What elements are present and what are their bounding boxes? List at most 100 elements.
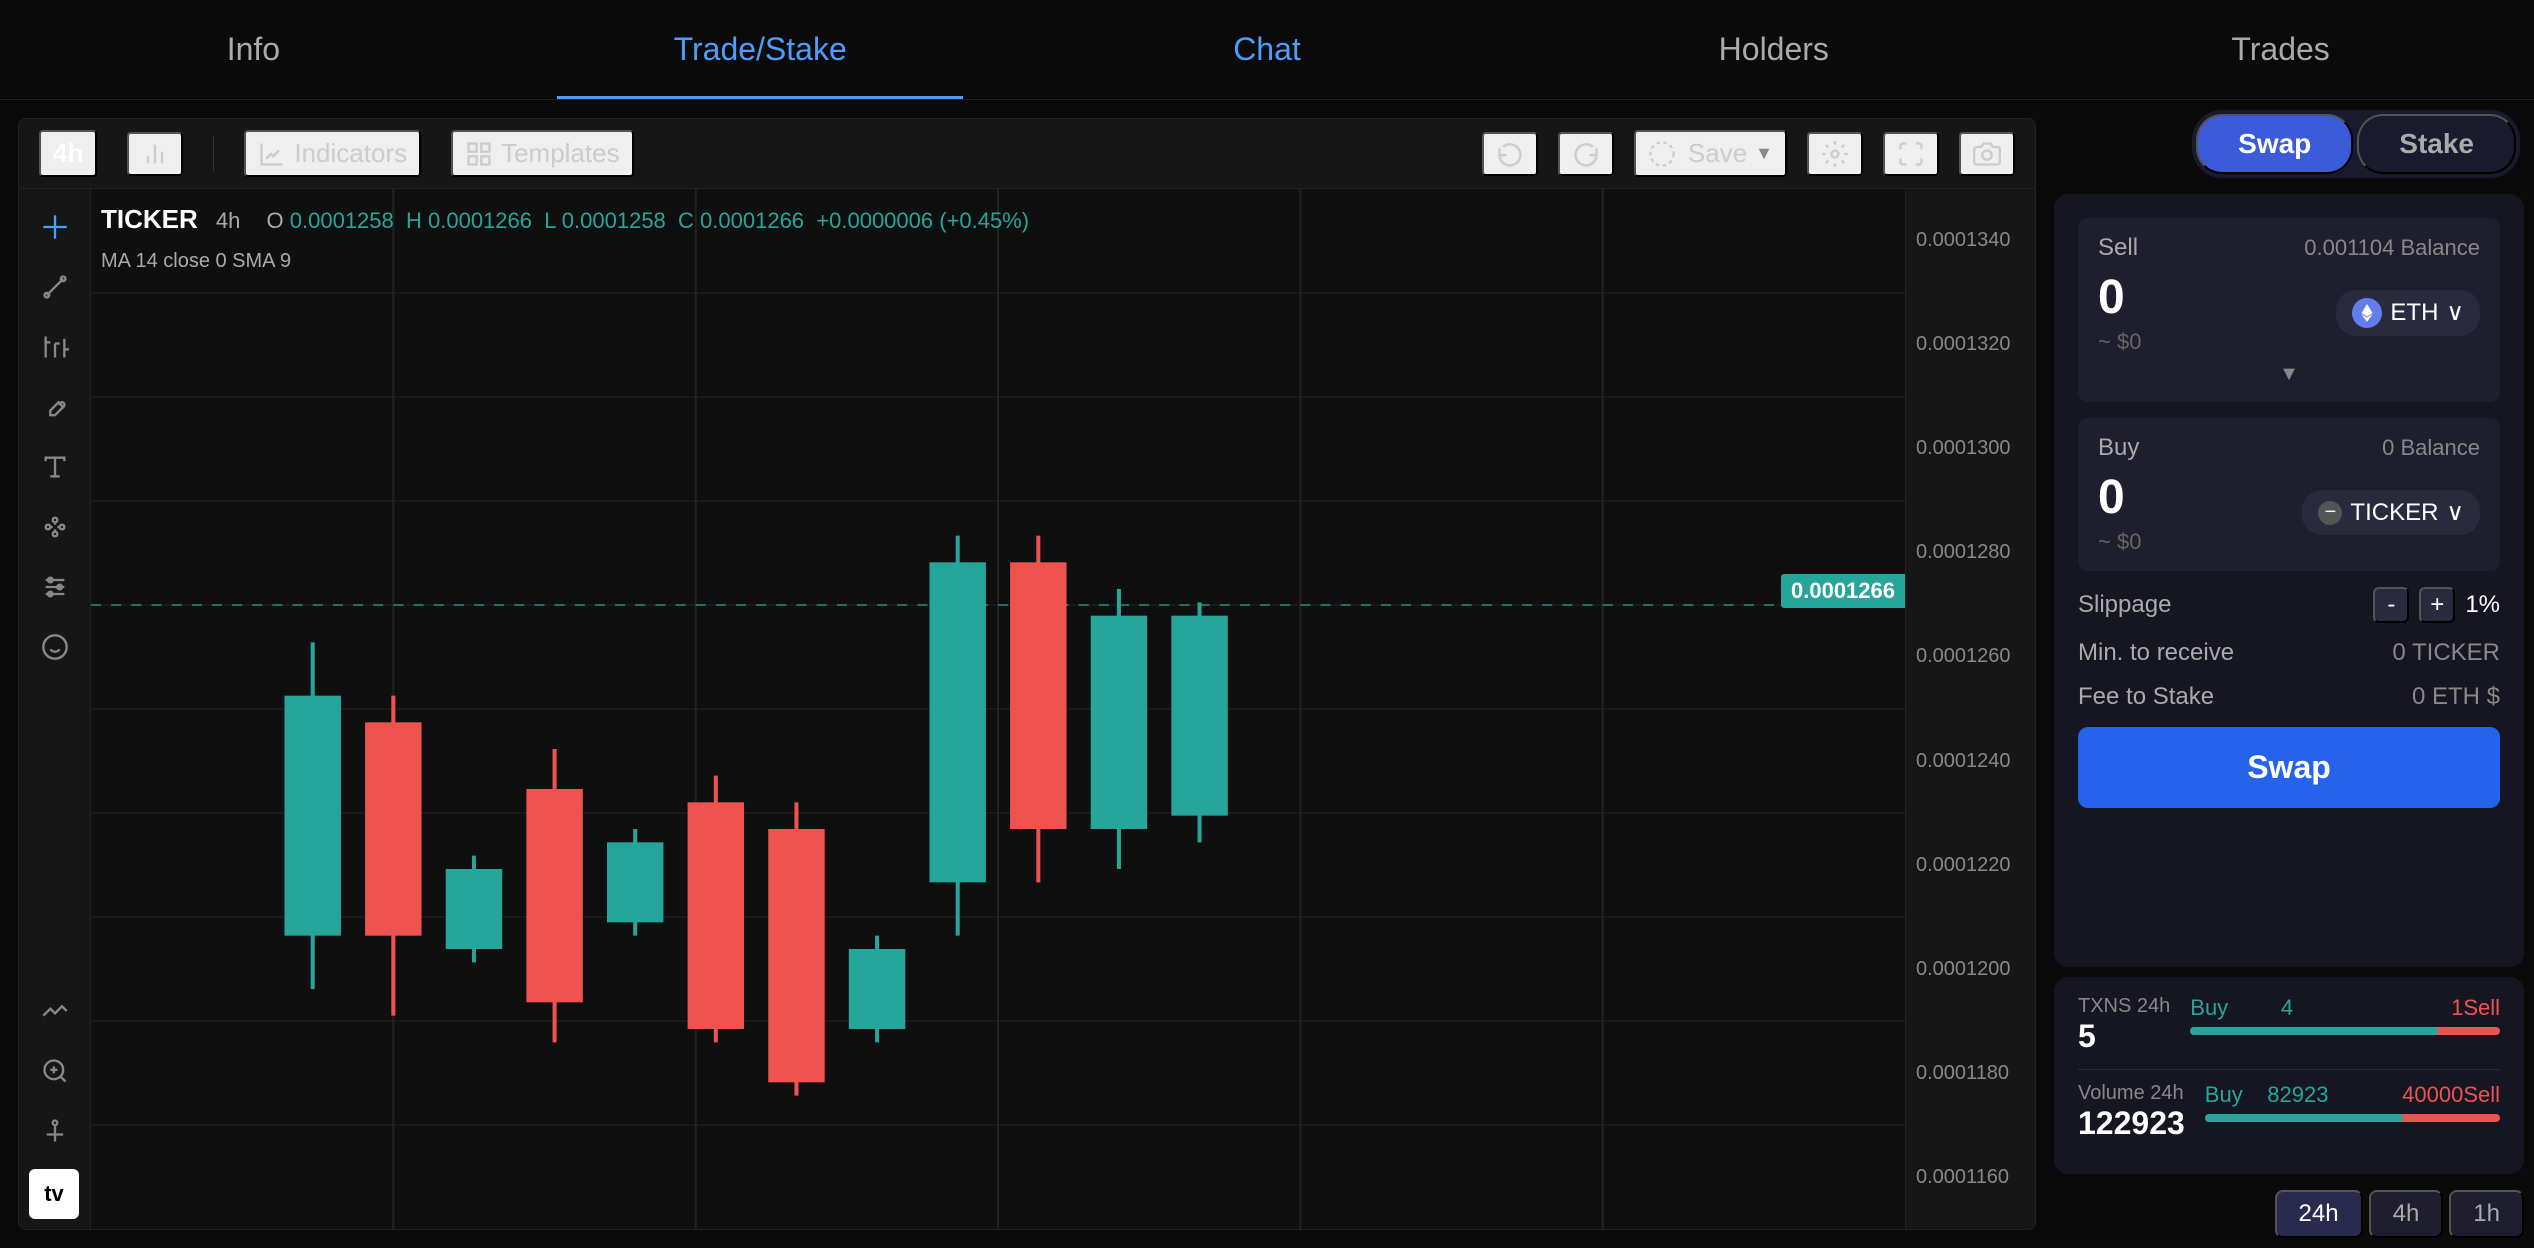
price-level-0: 0.0001340 [1916, 229, 2025, 252]
sell-balance: 0.001104 Balance [2304, 235, 2480, 261]
toolbar-right: Save ▼ [1482, 130, 2015, 177]
nav-label-chat: Chat [1233, 31, 1301, 68]
txns-labels-row: Buy 4 1 Sell [2190, 995, 2500, 1021]
txns-buy-sell: Buy 4 1 Sell [2190, 995, 2500, 1055]
sell-label: Sell [2098, 234, 2138, 262]
buy-amount[interactable]: 0 [2098, 470, 2141, 525]
volume-buy-label: Buy [2205, 1082, 2243, 1108]
timeframe-button[interactable]: 4h [39, 130, 97, 177]
time-1h-button[interactable]: 1h [2449, 1190, 2524, 1238]
swap-execute-button[interactable]: Swap [2078, 727, 2500, 808]
buy-balance: 0 Balance [2382, 435, 2480, 461]
templates-button[interactable]: Templates [451, 130, 634, 177]
nav-item-info[interactable]: Info [0, 0, 507, 99]
volume-total: 122923 [2078, 1105, 2185, 1142]
undo-button[interactable] [1482, 132, 1538, 176]
nav-item-trade-stake[interactable]: Trade/Stake [507, 0, 1014, 99]
price-overlay: 0.0001266 01:28:01 [1811, 574, 1905, 601]
buy-amount-row: 0 ~ $0 − TICKER ∨ [2098, 470, 2480, 555]
swap-toggle-button[interactable]: Swap [2196, 114, 2353, 174]
text-tool[interactable] [33, 445, 77, 489]
stats-card: TXNS 24h 5 Buy 4 1 Sell [2054, 977, 2524, 1174]
top-navigation: Info Trade/Stake Chat Holders Trades [0, 0, 2534, 100]
price-level-5: 0.0001240 [1916, 750, 2025, 773]
ticker-label: TICKER [2350, 499, 2438, 527]
txns-sell-value: 1 [2451, 995, 2463, 1021]
bars-tool[interactable] [33, 325, 77, 369]
slippage-value: 1% [2465, 591, 2500, 619]
crosshair-tool[interactable] [33, 205, 77, 249]
chart-toolbar: 4h Indicators Templates [19, 119, 2035, 189]
buy-label: Buy [2098, 434, 2139, 462]
anchor-tool[interactable] [33, 1109, 77, 1153]
settings-button[interactable] [1807, 132, 1863, 176]
chart-tools: tv [19, 189, 91, 1229]
save-label: Save [1688, 138, 1747, 169]
toggle-container: Swap Stake [2192, 110, 2520, 178]
volume-sell-label: Sell [2463, 1082, 2500, 1108]
txns-progress-bar [2190, 1027, 2500, 1035]
chart-plot[interactable]: TICKER 4h O 0.0001258 H 0.0001266 L 0.00… [91, 189, 1905, 1229]
buy-usd: ~ $0 [2098, 529, 2141, 555]
ruler-tool[interactable] [33, 989, 77, 1033]
eth-token-selector[interactable]: ETH ∨ [2336, 290, 2480, 336]
swap-card: Sell 0.001104 Balance 0 ~ $0 ETH ∨ [2054, 194, 2524, 967]
chart-content: tv TICKER 4h O 0.0001258 H 0.0001266 L 0… [19, 189, 2035, 1229]
txns-row: TXNS 24h 5 Buy 4 1 Sell [2078, 995, 2500, 1055]
adjust-tool[interactable] [33, 565, 77, 609]
volume-labels-row: Buy 82923 40000 Sell [2205, 1082, 2500, 1108]
nav-item-holders[interactable]: Holders [1520, 0, 2027, 99]
indicators-label: Indicators [294, 138, 407, 169]
price-level-6: 0.0001220 [1916, 854, 2025, 877]
templates-label: Templates [501, 138, 620, 169]
zoom-tool[interactable] [33, 1049, 77, 1093]
nav-label-trade-stake: Trade/Stake [674, 31, 847, 68]
save-button[interactable]: Save ▼ [1634, 130, 1787, 177]
line-tool[interactable] [33, 265, 77, 309]
stake-toggle-button[interactable]: Stake [2357, 114, 2516, 174]
eth-icon [2352, 298, 2382, 328]
emoji-tool[interactable] [33, 625, 77, 669]
slippage-minus-button[interactable]: - [2373, 587, 2409, 623]
sell-usd: ~ $0 [2098, 329, 2141, 355]
fee-stake-row: Fee to Stake 0 ETH $ [2078, 683, 2500, 711]
price-level-4: 0.0001260 [1916, 645, 2025, 668]
nav-label-trades: Trades [2231, 31, 2329, 68]
ticker-chevron-icon: ∨ [2446, 498, 2464, 527]
min-receive-row: Min. to receive 0 TICKER [2078, 639, 2500, 667]
time-4h-button[interactable]: 4h [2369, 1190, 2444, 1238]
chart-compare-button[interactable] [127, 132, 183, 176]
slippage-label: Slippage [2078, 591, 2171, 619]
ticker-token-selector[interactable]: − TICKER ∨ [2302, 490, 2480, 535]
fullscreen-button[interactable] [1883, 132, 1939, 176]
price-level-7: 0.0001200 [1916, 958, 2025, 981]
txns-label: TXNS 24h [2078, 995, 2170, 1018]
screenshot-button[interactable] [1959, 132, 2015, 176]
volume-row: Volume 24h 122923 Buy 82923 40000 Sell [2078, 1082, 2500, 1142]
candlestick-chart [91, 189, 1905, 1229]
right-panel: Swap Stake Sell 0.001104 Balance 0 ~ $0 [2054, 100, 2534, 1248]
indicators-button[interactable]: Indicators [244, 130, 421, 177]
toolbar-separator [213, 136, 214, 172]
eth-label: ETH [2390, 299, 2438, 327]
nav-item-trades[interactable]: Trades [2027, 0, 2534, 99]
buy-label-row: Buy 0 Balance [2098, 434, 2480, 462]
stats-divider [2078, 1069, 2500, 1070]
redo-button[interactable] [1558, 132, 1614, 176]
pencil-tool[interactable] [33, 385, 77, 429]
slippage-row: Slippage - + 1% [2078, 587, 2500, 623]
time-buttons: 24h 4h 1h [2054, 1184, 2524, 1238]
slippage-plus-button[interactable]: + [2419, 587, 2455, 623]
buy-section: Buy 0 Balance 0 ~ $0 − TICKER ∨ [2078, 418, 2500, 571]
sell-amount[interactable]: 0 [2098, 270, 2141, 325]
txns-progress-fill [2190, 1027, 2438, 1035]
nodes-tool[interactable] [33, 505, 77, 549]
nav-item-chat[interactable]: Chat [1014, 0, 1521, 99]
price-level-2: 0.0001300 [1916, 437, 2025, 460]
time-24h-button[interactable]: 24h [2275, 1190, 2363, 1238]
volume-progress-fill [2205, 1114, 2403, 1122]
slippage-control: - + 1% [2373, 587, 2500, 623]
volume-buy-sell: Buy 82923 40000 Sell [2205, 1082, 2500, 1142]
min-receive-label: Min. to receive [2078, 639, 2234, 667]
volume-sell-value: 40000 [2402, 1082, 2463, 1108]
